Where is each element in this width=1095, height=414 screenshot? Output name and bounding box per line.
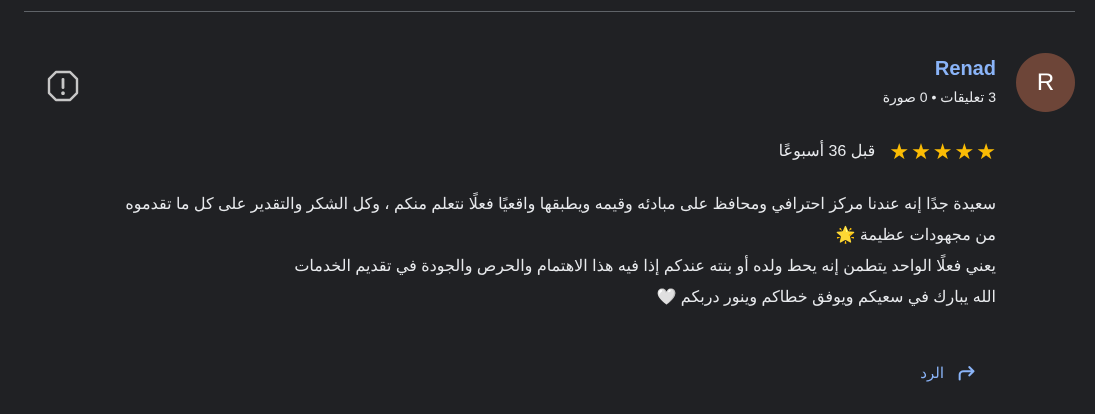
reply-label: الرد (920, 365, 944, 382)
star-icon: ★ (976, 139, 996, 164)
star-icon: ★ (911, 139, 931, 164)
star-icon: ★ (889, 139, 910, 164)
review-line-4: الله يبارك في سعيكم ويوفق خطاكم وينور در… (656, 289, 996, 306)
reply-arrow-icon (958, 366, 975, 381)
reply-button[interactable]: الرد (920, 363, 978, 385)
top-divider (24, 11, 1075, 12)
rating-row: ★ ★ ★ ★ ★ قبل 36 أسبوعًا (779, 140, 996, 164)
report-icon[interactable] (45, 68, 81, 104)
review-time: قبل 36 أسبوعًا (778, 143, 876, 160)
author-block: Renad 3 تعليقات • 0 صورة (883, 56, 996, 107)
avatar[interactable]: R (1016, 53, 1075, 112)
review-line-2: من مجهودات عظيمة 🌟 (835, 227, 996, 244)
star-icon: ★ (954, 139, 975, 164)
review-line-1: سعيدة جدًا إنه عندنا مركز احترافي ومحافظ… (125, 196, 996, 213)
review-card: Renad 3 تعليقات • 0 صورة R ★ ★ ★ ★ ★ قبل… (0, 0, 1095, 414)
review-line-3: يعني فعلًا الواحد يتطمن إنه يحط ولده أو … (294, 258, 996, 275)
review-text: سعيدة جدًا إنه عندنا مركز احترافي ومحافظ… (36, 189, 996, 313)
star-icon: ★ (932, 139, 953, 164)
author-name[interactable]: Renad (883, 56, 996, 82)
author-meta: 3 تعليقات • 0 صورة (882, 89, 996, 105)
star-rating: ★ ★ ★ ★ ★ (889, 140, 996, 164)
